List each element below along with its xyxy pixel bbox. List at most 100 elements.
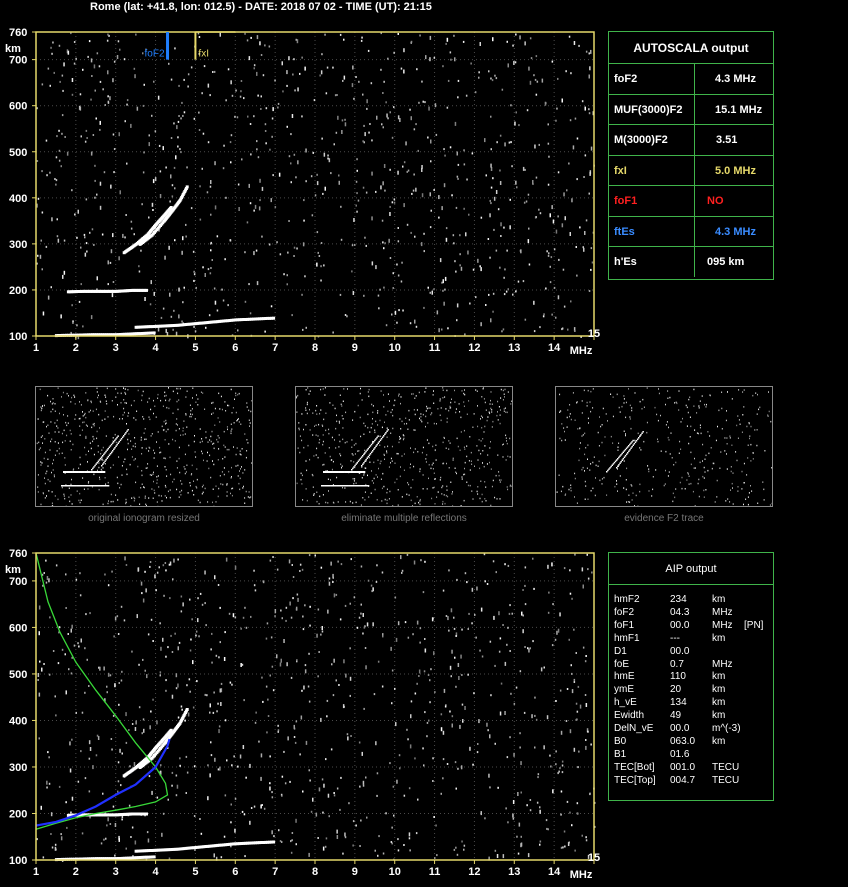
- x-tick-label: 2: [73, 866, 79, 878]
- noise-dot: [517, 852, 520, 855]
- noise-dot: [387, 57, 389, 60]
- thumbnail-noise: [433, 390, 434, 392]
- noise-dot: [549, 281, 552, 284]
- noise-dot: [219, 32, 221, 37]
- thumbnail-noise: [42, 405, 43, 407]
- thumbnail-noise: [51, 403, 53, 405]
- thumbnail-noise: [587, 458, 588, 460]
- noise-dot: [54, 695, 56, 698]
- noise-dot: [118, 682, 120, 684]
- thumbnail-noise: [477, 425, 479, 428]
- thumbnail-noise: [684, 488, 686, 490]
- noise-dot: [256, 35, 259, 40]
- noise-dot: [343, 659, 345, 664]
- noise-dot: [573, 747, 576, 752]
- thumbnail-noise: [448, 448, 450, 450]
- noise-dot: [430, 139, 432, 144]
- noise-dot: [456, 578, 458, 581]
- noise-dot: [576, 178, 578, 181]
- noise-dot: [119, 748, 121, 753]
- noise-dot: [524, 566, 527, 569]
- thumbnail-noise: [153, 412, 154, 415]
- thumbnail-noise: [587, 417, 589, 420]
- thumbnail-original: [35, 386, 253, 508]
- thumbnail-noise: [678, 390, 680, 392]
- thumbnail-noise: [757, 502, 759, 504]
- thumbnail-noise: [699, 424, 701, 426]
- thumbnail-noise: [437, 491, 439, 493]
- noise-dot: [426, 735, 428, 738]
- x-tick-label: 10: [389, 866, 401, 878]
- thumbnail-noise: [374, 429, 376, 431]
- thumbnail-noise: [426, 439, 428, 441]
- thumbnail-noise: [336, 414, 337, 417]
- noise-dot: [124, 556, 126, 561]
- noise-dot: [456, 319, 458, 322]
- noise-dot: [171, 694, 174, 699]
- noise-dot: [218, 656, 220, 659]
- noise-dot: [189, 690, 191, 693]
- noise-dot: [270, 198, 272, 203]
- noise-dot: [148, 134, 150, 137]
- thumbnail-noise: [324, 387, 326, 389]
- noise-dot: [253, 64, 256, 67]
- noise-dot: [259, 41, 261, 46]
- thumbnail-noise: [144, 438, 145, 441]
- noise-dot: [568, 162, 570, 165]
- noise-dot: [337, 115, 339, 120]
- noise-dot: [245, 626, 248, 629]
- noise-dot: [178, 115, 180, 117]
- noise-dot: [151, 114, 153, 117]
- noise-dot: [316, 231, 319, 234]
- thumbnail-noise: [432, 468, 434, 470]
- thumbnail-noise: [699, 461, 701, 464]
- noise-dot: [321, 626, 323, 630]
- noise-dot: [260, 54, 263, 56]
- noise-dot: [225, 99, 227, 102]
- thumbnail-noise: [667, 397, 669, 399]
- thumbnail-noise: [37, 418, 39, 420]
- noise-dot: [267, 698, 269, 701]
- thumbnail-noise: [668, 439, 670, 441]
- noise-dot: [38, 737, 40, 740]
- thumbnail-noise: [129, 463, 131, 466]
- noise-dot: [243, 813, 246, 816]
- noise-dot: [117, 780, 120, 783]
- noise-dot: [264, 123, 267, 126]
- thumbnail-noise: [433, 402, 435, 404]
- noise-dot: [194, 330, 197, 333]
- noise-dot: [84, 777, 87, 780]
- thumbnail-noise: [476, 390, 478, 392]
- thumbnail-noise: [374, 431, 376, 434]
- noise-dot: [156, 796, 159, 799]
- noise-dot: [423, 764, 425, 767]
- noise-dot: [572, 145, 575, 150]
- noise-dot: [169, 200, 171, 203]
- thumbnail-noise: [204, 408, 206, 410]
- noise-dot: [568, 638, 570, 641]
- noise-dot: [582, 584, 584, 589]
- noise-dot: [112, 714, 115, 717]
- noise-dot: [490, 163, 492, 168]
- noise-dot: [93, 243, 95, 246]
- thumbnail-noise: [67, 415, 69, 417]
- noise-dot: [378, 835, 380, 838]
- thumbnail-noise: [457, 445, 459, 448]
- thumbnail-noise: [710, 447, 712, 449]
- noise-dot: [524, 168, 526, 171]
- noise-dot: [360, 819, 362, 822]
- noise-dot: [496, 854, 499, 858]
- noise-dot: [325, 92, 328, 95]
- thumbnail-noise: [743, 462, 745, 465]
- thumbnail-noise: [342, 427, 344, 429]
- thumbnail-noise: [498, 406, 500, 408]
- thumbnail-noise: [212, 488, 214, 490]
- thumbnail-noise: [226, 484, 228, 486]
- noise-dot: [478, 71, 480, 74]
- noise-dot: [430, 668, 432, 671]
- noise-dot: [542, 315, 545, 318]
- noise-dot: [344, 836, 347, 839]
- thumbnail-noise: [642, 398, 644, 401]
- thumbnail-noise: [487, 416, 489, 418]
- noise-dot: [206, 694, 208, 697]
